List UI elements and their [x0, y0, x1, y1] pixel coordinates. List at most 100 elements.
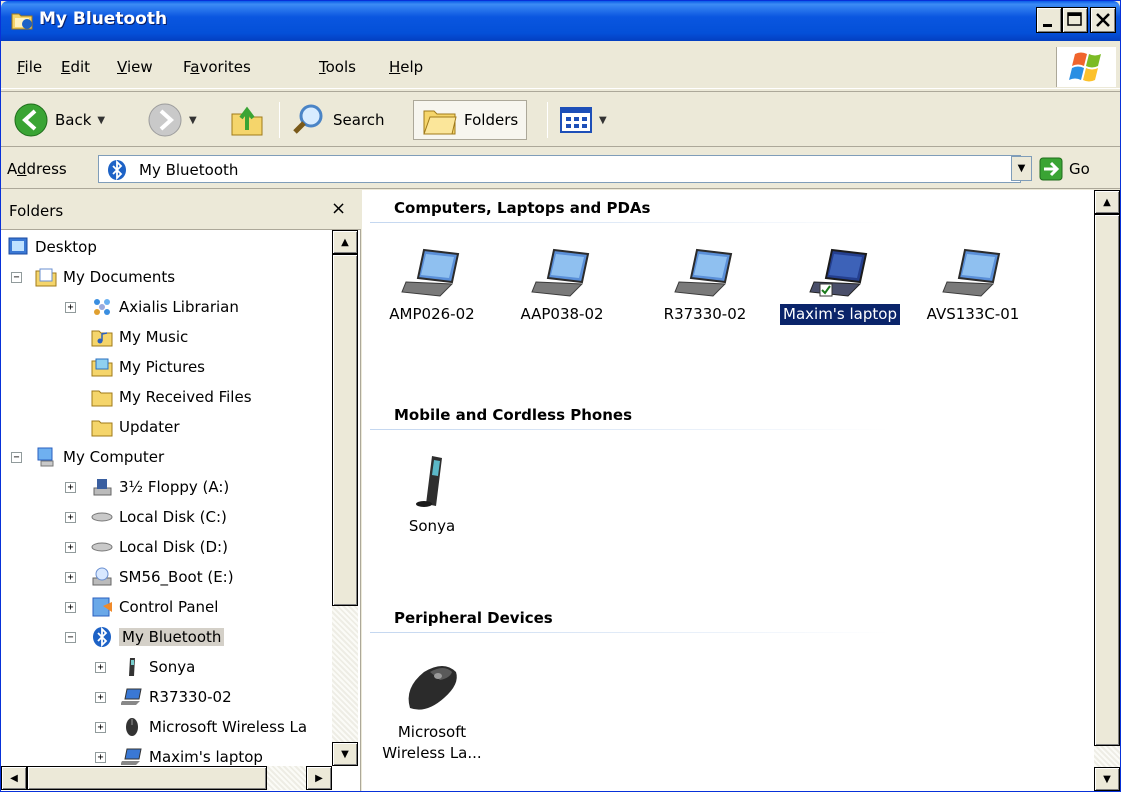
device-sonya[interactable]: Sonya [372, 452, 492, 537]
device-maxims-laptop[interactable]: Maxim's laptop [765, 244, 915, 325]
tree-item-microsoft-wireless[interactable]: + Microsoft Wireless La [1, 712, 331, 742]
expand-toggle[interactable]: + [65, 512, 76, 523]
collapse-toggle[interactable]: − [65, 632, 76, 643]
tree-item-my-music[interactable]: My Music [1, 322, 331, 352]
tree-item-axialis-librarian[interactable]: + Axialis Librarian [1, 292, 331, 322]
my-documents-icon [35, 268, 57, 287]
tree-item-my-documents[interactable]: − My Documents [1, 262, 331, 292]
search-button[interactable]: Search [291, 100, 385, 140]
tree-item-my-bluetooth[interactable]: − My Bluetooth [1, 622, 331, 652]
expand-toggle[interactable]: + [95, 662, 106, 673]
tree-item-floppy-a[interactable]: + 3½ Floppy (A:) [1, 472, 331, 502]
device-microsoft-wireless[interactable]: Microsoft Wireless La... [372, 658, 492, 764]
close-button[interactable] [1090, 7, 1116, 33]
maximize-icon [1067, 12, 1082, 26]
views-dropdown-icon[interactable]: ▼ [599, 115, 607, 126]
scroll-down-button[interactable]: ▼ [332, 742, 358, 766]
scroll-thumb[interactable] [332, 254, 358, 606]
my-computer-icon [37, 447, 54, 467]
menu-edit[interactable]: Edit [61, 58, 90, 76]
address-dropdown-button[interactable]: ▼ [1011, 156, 1032, 181]
mouse-icon [126, 718, 138, 736]
collapse-toggle[interactable]: − [11, 452, 22, 463]
folders-vertical-scrollbar[interactable]: ▲ ▼ [332, 230, 358, 766]
scroll-up-button[interactable]: ▲ [1094, 190, 1120, 214]
expand-toggle[interactable]: + [95, 692, 106, 703]
tree-item-my-received-files[interactable]: My Received Files [1, 382, 331, 412]
address-label: Address [7, 160, 67, 178]
phone-icon [129, 658, 135, 676]
content-vertical-scrollbar[interactable]: ▲ ▼ [1094, 190, 1120, 791]
device-aap038-02[interactable]: AAP038-02 [492, 244, 632, 325]
tree-item-r37330-02[interactable]: + R37330-02 [1, 682, 331, 712]
toolbar-separator [547, 102, 548, 138]
menu-view[interactable]: View [117, 58, 153, 76]
expand-toggle[interactable]: + [65, 602, 76, 613]
group-header-peripherals: Peripheral Devices [394, 609, 553, 627]
tree-item-sm56-boot-e[interactable]: + SM56_Boot (E:) [1, 562, 331, 592]
device-amp026-02[interactable]: AMP026-02 [362, 244, 502, 325]
up-folder-icon [231, 106, 263, 136]
expand-toggle[interactable]: + [65, 572, 76, 583]
collapse-toggle[interactable]: − [11, 272, 22, 283]
folders-button[interactable]: Folders [413, 100, 528, 140]
tree-item-desktop[interactable]: Desktop [1, 232, 331, 262]
back-arrow-icon [14, 103, 48, 137]
go-arrow-icon [1039, 157, 1063, 181]
go-button[interactable]: Go [1039, 157, 1090, 181]
views-button[interactable]: ▼ [559, 100, 607, 140]
scroll-left-button[interactable]: ◀ [1, 766, 27, 790]
back-button[interactable]: Back ▼ [13, 100, 105, 140]
scroll-thumb[interactable] [1094, 214, 1120, 746]
scroll-thumb-horizontal[interactable] [27, 766, 267, 790]
my-music-icon [91, 330, 113, 347]
folder-icon [91, 420, 113, 437]
back-dropdown-icon[interactable]: ▼ [97, 115, 105, 126]
title-bar[interactable]: My Bluetooth [1, 1, 1120, 41]
forward-button[interactable]: ▼ [147, 100, 197, 140]
laptop-icon [121, 688, 142, 705]
folders-pane-close-button[interactable]: × [331, 198, 346, 219]
tree-item-updater[interactable]: Updater [1, 412, 331, 442]
standard-toolbar: Back ▼ ▼ Search Folders ▼ [1, 91, 1120, 147]
control-panel-icon [92, 597, 112, 617]
expand-toggle[interactable]: + [95, 722, 106, 733]
address-input[interactable]: My Bluetooth [98, 155, 1021, 183]
content-pane: Computers, Laptops and PDAs AMP026-02 AA… [362, 190, 1120, 791]
laptop-icon [401, 248, 460, 297]
tree-item-local-disk-c[interactable]: + Local Disk (C:) [1, 502, 331, 532]
maximize-button[interactable] [1062, 7, 1088, 33]
expand-toggle[interactable]: + [65, 302, 76, 313]
my-pictures-icon [91, 358, 113, 377]
folder-bluetooth-icon [11, 13, 33, 30]
address-bar: Address My Bluetooth ▼ Go [1, 149, 1120, 189]
device-r37330-02[interactable]: R37330-02 [635, 244, 775, 325]
expand-toggle[interactable]: + [65, 542, 76, 553]
expand-toggle[interactable]: + [65, 482, 76, 493]
desktop-icon [8, 237, 28, 255]
folder-icon [91, 390, 113, 407]
scroll-up-button[interactable]: ▲ [332, 230, 358, 254]
mouse-icon [408, 666, 457, 710]
disk-icon [91, 512, 113, 522]
tree-item-local-disk-d[interactable]: + Local Disk (D:) [1, 532, 331, 562]
scroll-right-button[interactable]: ▶ [306, 766, 332, 790]
up-folder-button[interactable] [229, 100, 265, 140]
folders-horizontal-scrollbar[interactable]: ◀ ▶ [1, 766, 332, 790]
expand-toggle[interactable]: + [95, 752, 106, 763]
tree-item-sonya[interactable]: + Sonya [1, 652, 331, 682]
tree-item-control-panel[interactable]: + Control Panel [1, 592, 331, 622]
minimize-button[interactable] [1036, 7, 1062, 33]
menu-favorites[interactable]: Favorites [183, 58, 251, 76]
device-avs133c-01[interactable]: AVS133C-01 [898, 244, 1048, 325]
tree-item-my-pictures[interactable]: My Pictures [1, 352, 331, 382]
menu-help[interactable]: Help [389, 58, 423, 76]
scroll-down-button[interactable]: ▼ [1094, 767, 1120, 791]
menu-file[interactable]: File [17, 58, 42, 76]
laptop-icon [674, 248, 733, 297]
tree-item-my-computer[interactable]: − My Computer [1, 442, 331, 472]
group-divider [370, 222, 890, 223]
group-header-computers: Computers, Laptops and PDAs [394, 199, 651, 217]
forward-dropdown-icon[interactable]: ▼ [189, 115, 197, 126]
menu-tools[interactable]: Tools [319, 58, 356, 76]
